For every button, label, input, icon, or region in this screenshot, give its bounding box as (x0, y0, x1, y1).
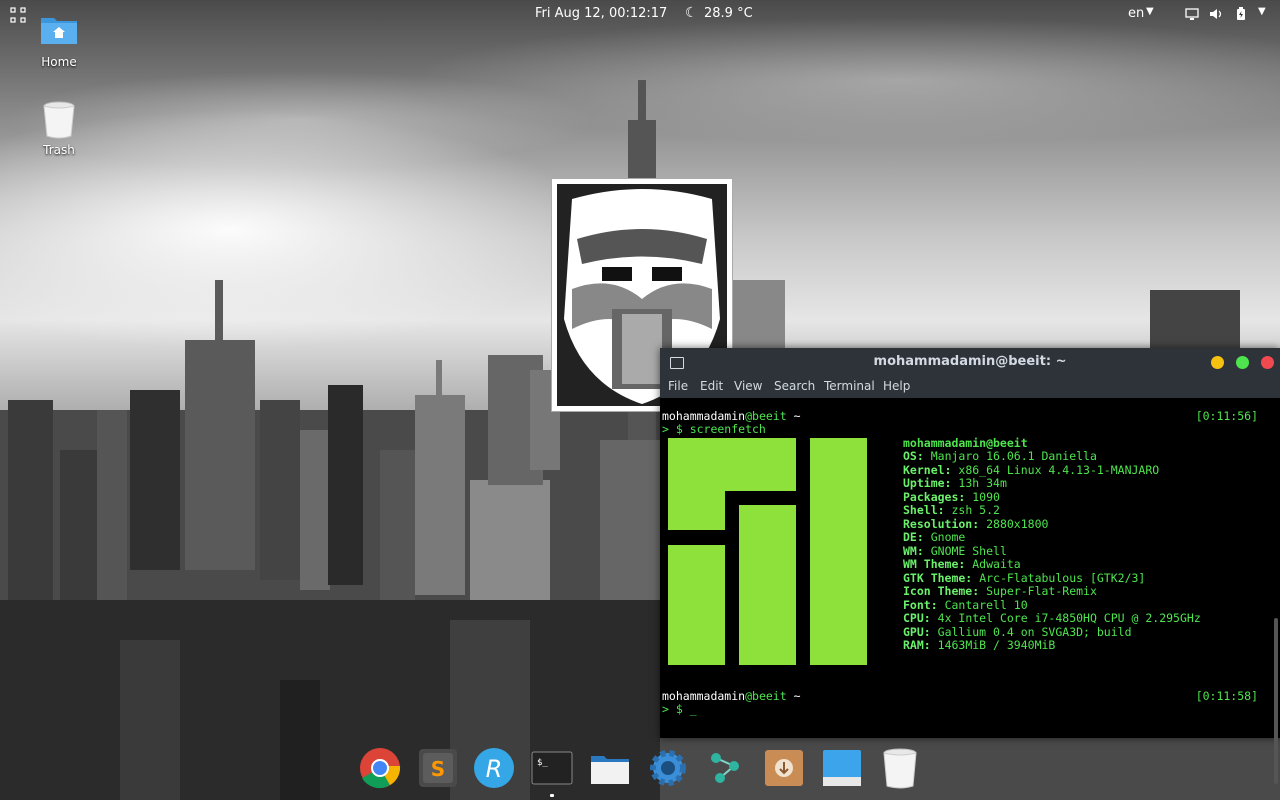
svg-text:R: R (486, 755, 503, 783)
menu-terminal[interactable]: Terminal (824, 379, 875, 393)
prompt-host: @beeit (745, 689, 787, 703)
settings-icon[interactable] (646, 746, 690, 790)
prompt-host: @beeit (745, 409, 787, 423)
terminal-menubar: File Edit View Search Terminal Help (660, 376, 1280, 398)
info-row: Icon Theme: Super-Flat-Remix (903, 584, 1097, 598)
info-row: GPU: Gallium 0.4 on SVGA3D; build (903, 624, 1132, 639)
maximize-button[interactable] (1236, 356, 1249, 369)
info-row: Shell: zsh 5.2 (903, 503, 1000, 517)
info-row: Packages: 1090 (903, 489, 1000, 504)
desktop-icon-home[interactable]: Home (19, 12, 99, 69)
terminal-output[interactable]: mohammadamin@beeit ~ [0:11:56] > $ scree… (660, 398, 1280, 784)
command-line: > $ _ (662, 702, 697, 716)
info-row: CPU: 4x Intel Core i7-4850HQ CPU @ 2.295… (903, 611, 1201, 625)
window-icon[interactable] (820, 746, 864, 790)
display-icon[interactable] (1185, 7, 1199, 21)
window-title: mohammadamin@beeit: ~ (873, 354, 1067, 369)
prompt-user: mohammadamin (662, 689, 746, 703)
clock[interactable]: Fri Aug 12, 00:12:17 (535, 6, 667, 21)
menu-help[interactable]: Help (883, 379, 910, 393)
terminal-window[interactable]: mohammadamin@beeit: ~ File Edit View Sea… (660, 348, 1280, 784)
system-menu-caret-icon[interactable]: ▼ (1258, 6, 1266, 17)
trash-icon[interactable] (878, 746, 922, 790)
running-indicator (550, 794, 554, 797)
prompt-user: mohammadamin (662, 409, 746, 423)
desktop-icon-label: Home (41, 55, 77, 69)
dock: S R $_ (350, 742, 930, 798)
prompt-timestamp: [0:11:58] (1195, 689, 1258, 703)
info-row: Uptime: 13h 34m (903, 476, 1007, 490)
close-button[interactable] (1261, 356, 1274, 369)
sublime-text-icon[interactable]: S (416, 746, 460, 790)
battery-icon[interactable] (1234, 7, 1248, 21)
prompt-timestamp: [0:11:56] (1195, 409, 1258, 423)
info-row: Font: Cantarell 10 (903, 597, 1028, 612)
prompt-dir: ~ (786, 409, 801, 423)
menu-search[interactable]: Search (774, 379, 815, 393)
r-studio-icon[interactable]: R (472, 746, 516, 790)
terminal-titlebar[interactable]: mohammadamin@beeit: ~ (660, 348, 1280, 376)
volume-icon[interactable] (1209, 7, 1223, 21)
info-row: WM: GNOME Shell (903, 543, 1007, 558)
chevron-down-icon[interactable]: ▼ (1146, 6, 1154, 17)
manjaro-logo (668, 438, 868, 666)
trash-icon (39, 100, 79, 140)
command-line: > $ screenfetch (662, 422, 766, 436)
info-row: DE: Gnome (903, 530, 966, 544)
info-row: Resolution: 2880x1800 (903, 516, 1049, 531)
info-row: WM Theme: Adwaita (903, 557, 1021, 571)
info-row: GTK Theme: Arc-Flatabulous [GTK2/3] (903, 570, 1146, 585)
network-icon[interactable] (704, 746, 748, 790)
svg-text:S: S (431, 757, 445, 781)
info-row: RAM: 1463MiB / 3940MiB (903, 638, 1056, 652)
moon-weather-icon[interactable]: ☾ (685, 5, 698, 21)
menu-view[interactable]: View (734, 379, 762, 393)
desktop-icon-label: Trash (43, 143, 75, 157)
desktop-icon-trash[interactable]: Trash (19, 100, 99, 157)
chrome-icon[interactable] (358, 746, 402, 790)
prompt-dir: ~ (786, 689, 801, 703)
menu-file[interactable]: File (668, 379, 688, 393)
archive-manager-icon[interactable] (762, 746, 806, 790)
info-row: OS: Manjaro 16.06.1 Daniella (903, 449, 1097, 463)
menu-edit[interactable]: Edit (700, 379, 723, 393)
files-icon[interactable] (588, 746, 632, 790)
minimize-button[interactable] (1211, 356, 1224, 369)
terminal-scrollbar[interactable] (1274, 618, 1278, 784)
top-bar: Fri Aug 12, 00:12:17 ☾ 28.9 °C en ▼ ▼ (0, 0, 1280, 28)
home-folder-icon (39, 12, 79, 52)
terminal-icon[interactable]: $_ (530, 746, 574, 790)
language-indicator[interactable]: en (1128, 6, 1144, 21)
info-row: Kernel: x86_64 Linux 4.4.13-1-MANJARO (903, 462, 1160, 477)
temperature-readout[interactable]: 28.9 °C (704, 6, 753, 21)
svg-text:$_: $_ (537, 758, 548, 768)
